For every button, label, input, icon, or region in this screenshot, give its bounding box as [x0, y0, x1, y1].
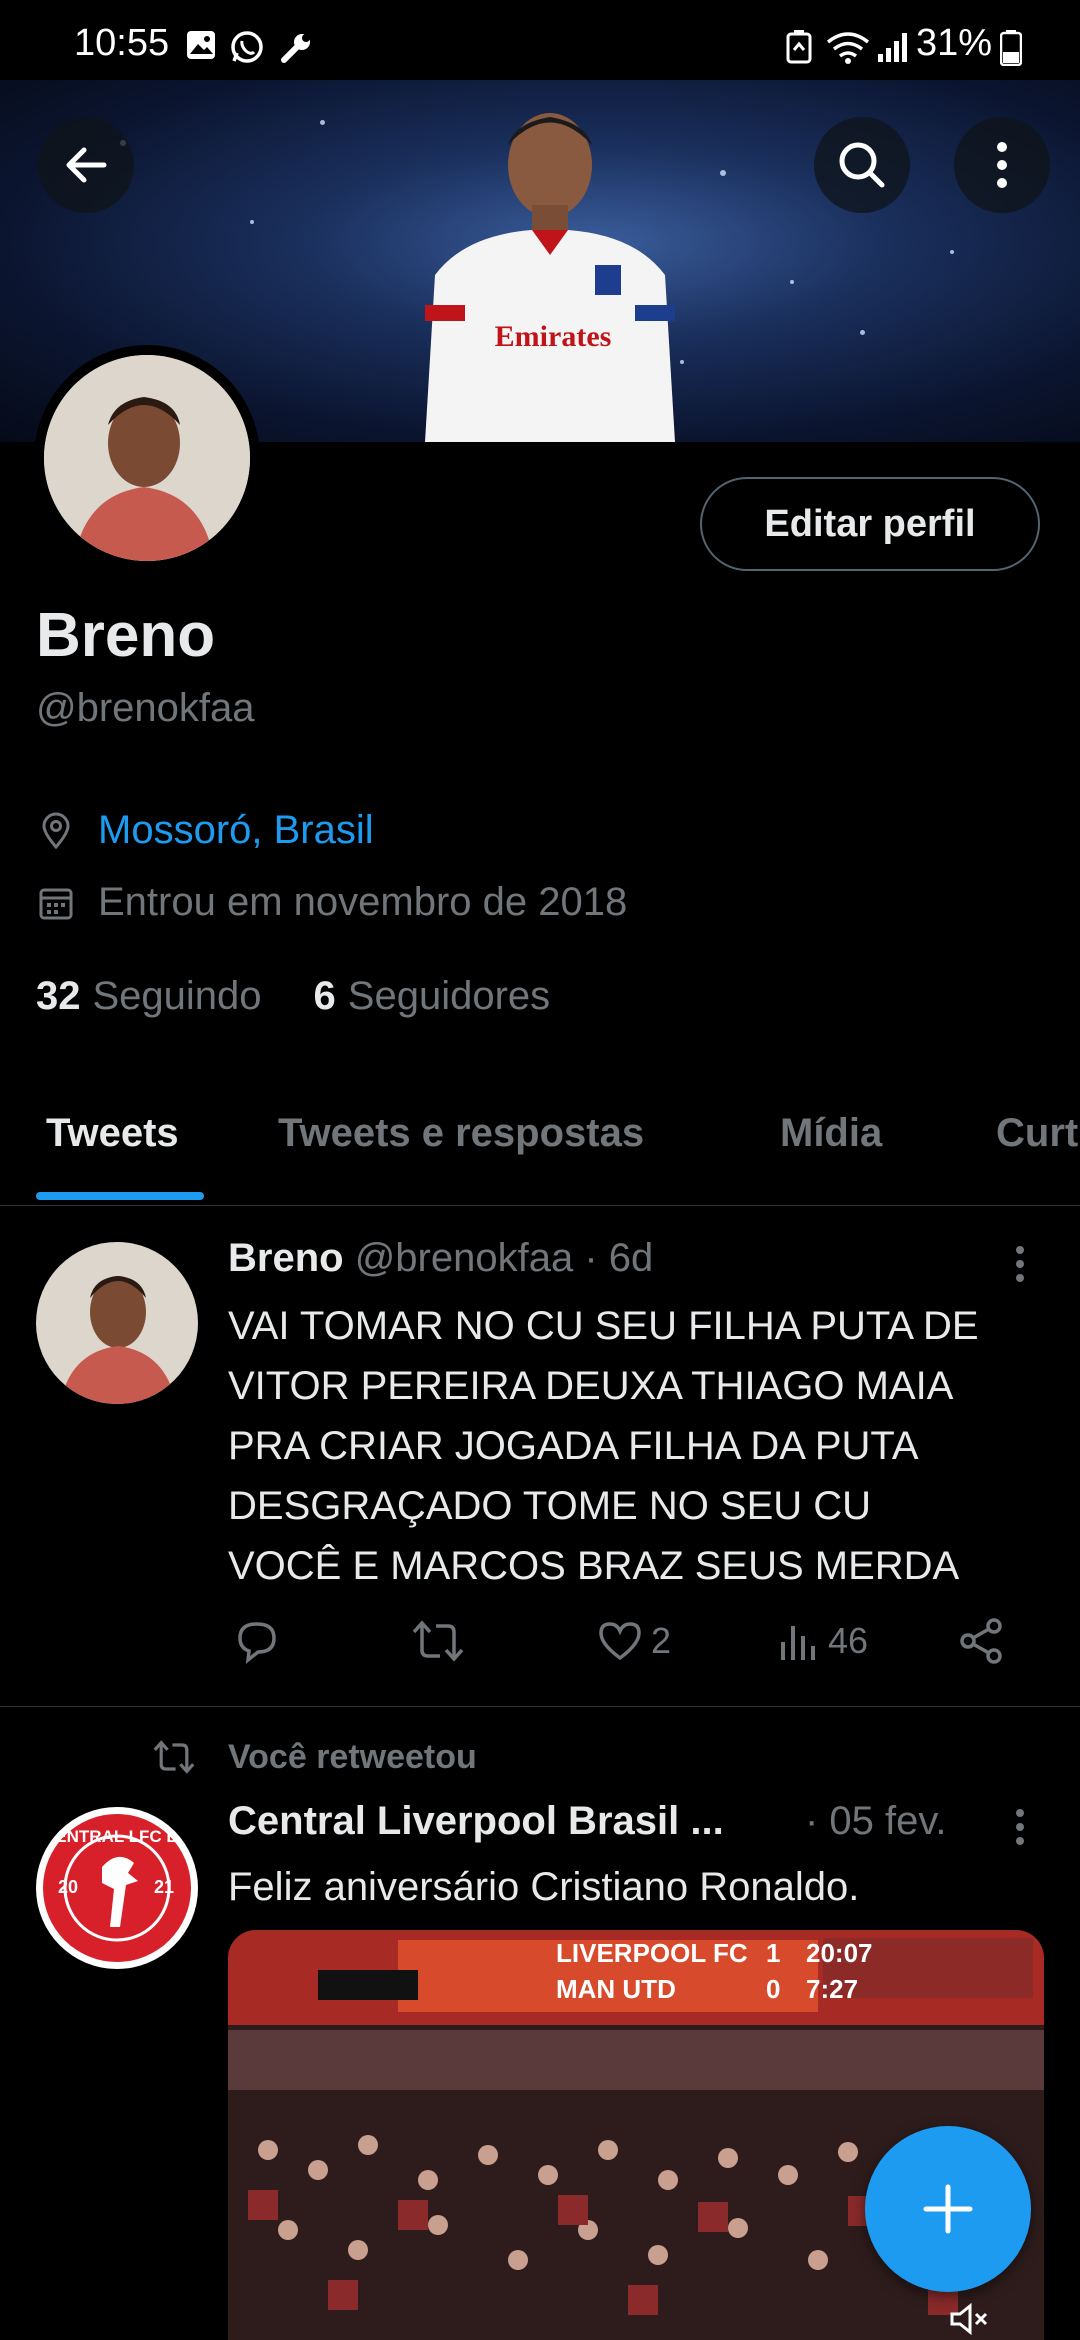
view-count: 46 [828, 1620, 869, 1661]
more-vertical-icon [1016, 1246, 1024, 1282]
wrench-icon [278, 30, 314, 66]
following-count: 32 [36, 974, 81, 1018]
search-icon [839, 142, 885, 188]
tab-tweets[interactable]: Tweets [46, 1111, 179, 1156]
more-options-button[interactable] [954, 117, 1050, 213]
share-button[interactable] [958, 1616, 1006, 1666]
plus-icon [923, 2184, 973, 2234]
active-tab-indicator [36, 1192, 204, 1200]
tab-tweets-replies[interactable]: Tweets e respostas [278, 1111, 644, 1156]
followers-link[interactable]: 6 Seguidores [314, 974, 603, 1019]
tweet-time: · 05 fev. [805, 1799, 947, 1843]
following-link[interactable]: 32 Seguindo [36, 974, 314, 1019]
tweet-avatar[interactable]: CENTRAL LFC BR 20 21 [36, 1807, 198, 1969]
gallery-icon [186, 30, 216, 60]
like-button[interactable]: 2 [595, 1616, 671, 1666]
tweet-more-button[interactable] [1010, 1244, 1030, 1284]
views-icon [781, 1626, 815, 1660]
mute-icon[interactable] [948, 2302, 992, 2336]
profile-handle: @brenokfaa [36, 686, 255, 730]
location-pin-icon [42, 812, 70, 849]
battery-saver-icon [786, 30, 812, 64]
compose-tweet-button[interactable] [865, 2126, 1031, 2292]
avatar-badge-text: CENTRAL LFC BR [43, 1827, 191, 1846]
tweet-text-line: DESGRAÇADO TOME NO SEU CU [228, 1484, 872, 1528]
views-button[interactable]: 46 [778, 1616, 868, 1666]
retweet-button[interactable] [410, 1616, 466, 1666]
more-vertical-icon [1016, 1809, 1024, 1845]
scoreboard-home-time: 20:07 [806, 1938, 873, 1968]
location-link[interactable]: Mossoró, Brasil [98, 808, 374, 853]
tweet-text-line: PRA CRIAR JOGADA FILHA DA PUTA [228, 1424, 919, 1468]
follow-stats: 32 Seguindo 6 Seguidores [36, 974, 602, 1019]
search-button[interactable] [814, 117, 910, 213]
more-vertical-icon [997, 142, 1007, 188]
joined-date: Entrou em novembro de 2018 [98, 880, 628, 924]
followers-count: 6 [313, 974, 336, 1018]
profile-avatar[interactable] [44, 355, 250, 561]
whatsapp-icon [230, 30, 264, 64]
retweet-label: Você retweetou [228, 1737, 477, 1776]
arrow-left-icon [66, 147, 107, 183]
tweet-author-handle: @brenokfaa [354, 1236, 574, 1280]
tweet[interactable]: Breno @brenokfaa · 6d VAI TOMAR NO CU SE… [0, 1206, 1080, 1706]
retweet-icon [412, 1620, 464, 1662]
battery-percent: 31% [915, 22, 992, 64]
profile-name: Breno [36, 601, 216, 670]
reply-icon [238, 1622, 276, 1665]
reply-button[interactable] [232, 1616, 282, 1666]
edit-profile-button[interactable]: Editar perfil [700, 477, 1040, 571]
wifi-icon [826, 30, 870, 64]
scoreboard-home-team: LIVERPOOL FC [556, 1938, 748, 1968]
tweet-text: VAI TOMAR NO CU SEU FILHA PUTA DE VITOR … [228, 1296, 979, 1596]
shirt-sponsor-text: Emirates [494, 320, 612, 353]
scoreboard-away-score: 0 [766, 1974, 781, 2004]
scoreboard-away-team: MAN UTD [556, 1974, 676, 2004]
tweet-text-line: VITOR PEREIRA DEUXA THIAGO MAIA [228, 1364, 954, 1408]
tweet-header: Central Liverpool Brasil ... [228, 1799, 724, 1844]
tweet-text-line: VAI TOMAR NO CU SEU FILHA PUTA DE [228, 1304, 979, 1348]
tweet-author-name[interactable]: Central Liverpool Brasil ... [228, 1799, 724, 1843]
profile-tabs: Tweets Tweets e respostas Mídia Curt [0, 1095, 1080, 1206]
battery-icon [1000, 30, 1022, 66]
tweet-text-line: VOCÊ E MARCOS BRAZ SEUS MERDA [228, 1544, 960, 1588]
tweet-more-button[interactable] [1010, 1807, 1030, 1847]
tweet-avatar[interactable] [36, 1242, 198, 1404]
tweet-header: Breno @brenokfaa · 6d [228, 1236, 653, 1281]
banner-player-figure [405, 105, 695, 442]
tweet-time: · 6d [584, 1236, 654, 1280]
scoreboard-away-time: 7:27 [806, 1974, 859, 2004]
heart-icon [599, 1622, 641, 1661]
location-row: Mossoró, Brasil [36, 808, 374, 853]
followers-label: Seguidores [347, 974, 551, 1018]
tweet-text: Feliz aniversário Cristiano Ronaldo. [228, 1865, 860, 1909]
calendar-icon [39, 888, 73, 919]
avatar-badge-year: 21 [154, 1877, 175, 1897]
tab-media[interactable]: Mídia [780, 1111, 882, 1156]
share-icon [960, 1618, 1002, 1664]
tweet-author-name[interactable]: Breno [228, 1236, 344, 1280]
signal-icon [876, 30, 910, 64]
avatar-badge-year: 20 [58, 1877, 79, 1897]
scoreboard-home-score: 1 [766, 1938, 781, 1968]
following-label: Seguindo [92, 974, 262, 1018]
tab-likes[interactable]: Curt [996, 1111, 1078, 1156]
retweet-context: Você retweetou [150, 1737, 477, 1777]
back-button[interactable] [38, 117, 134, 213]
status-bar: 10:55 31% [0, 0, 1080, 80]
like-count: 2 [651, 1620, 672, 1661]
retweet-icon [153, 1740, 195, 1774]
status-time: 10:55 [74, 22, 170, 64]
joined-row: Entrou em novembro de 2018 [36, 880, 627, 925]
